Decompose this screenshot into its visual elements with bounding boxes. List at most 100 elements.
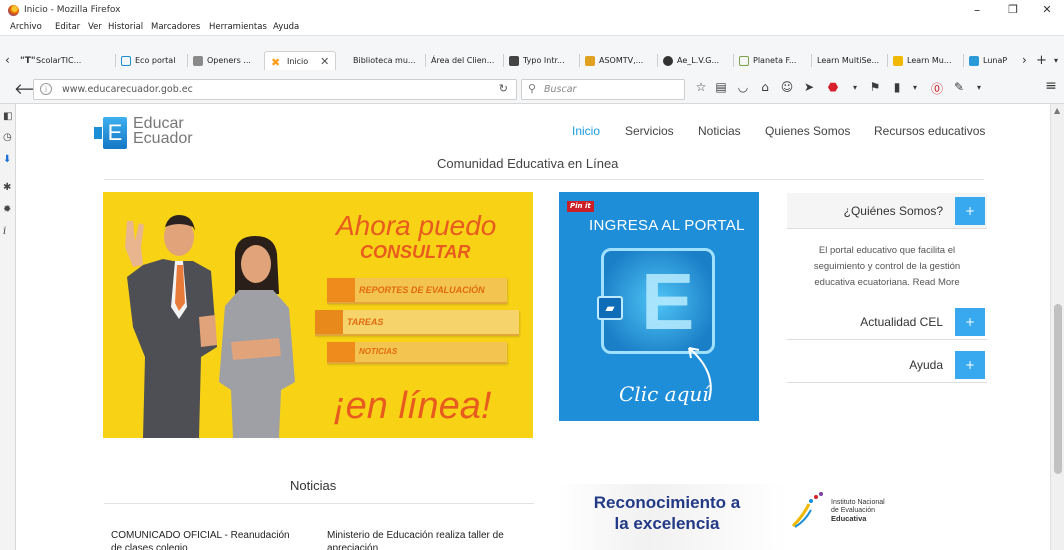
expand-plus-icon[interactable]: + bbox=[955, 308, 985, 336]
close-window-button[interactable]: ✕ bbox=[1032, 3, 1062, 16]
sidebar-panel-icon[interactable]: ◧ bbox=[3, 111, 12, 122]
settings-gear-icon[interactable]: ✹ bbox=[3, 204, 11, 215]
info-italic-icon[interactable]: i bbox=[3, 226, 6, 237]
nav-quienes-somos[interactable]: Quienes Somos bbox=[765, 124, 850, 138]
accordion-about-text: El portal educativo que facilita el segu… bbox=[813, 245, 961, 288]
news-item-comunicado[interactable]: COMUNICADO OFICIAL - Reanudación de clas… bbox=[111, 529, 301, 550]
logo-word-ecuador: Ecuador bbox=[133, 130, 193, 147]
nav-noticias[interactable]: Noticias bbox=[698, 124, 741, 138]
overflow-dropdown-icon[interactable]: ▾ bbox=[970, 83, 988, 92]
adblock-icon[interactable]: ⬣ bbox=[824, 80, 842, 94]
ae-lvg-favicon-icon bbox=[663, 55, 673, 66]
pocket-icon[interactable]: ◡ bbox=[734, 80, 752, 94]
ingresa-portal-banner[interactable]: Pin it INGRESA AL PORTAL E ▰ Clic aquí bbox=[559, 192, 759, 421]
send-icon[interactable]: ➤ bbox=[800, 80, 818, 94]
menu-editar[interactable]: Editar bbox=[55, 22, 80, 32]
tab-label: ASOMTV,... bbox=[599, 56, 644, 65]
tab-lunap[interactable]: LunaP bbox=[969, 51, 1021, 70]
tab-asomtv[interactable]: ASOMTV,... bbox=[585, 51, 643, 70]
tab-label: Learn Mu... bbox=[907, 56, 952, 65]
reconocimiento-banner[interactable]: Reconocimiento a la excelencia Instituto… bbox=[557, 484, 929, 550]
url-text[interactable]: www.educarecuador.gob.ec bbox=[62, 84, 193, 95]
extension-icon[interactable]: ⚑ bbox=[866, 80, 884, 94]
menu-marcadores[interactable]: Marcadores bbox=[151, 22, 200, 32]
sync-icon[interactable]: ☺ bbox=[778, 80, 796, 94]
tab-scolartic[interactable]: "T" ScolarTIC... bbox=[20, 51, 81, 70]
scroll-up-icon[interactable]: ▲ bbox=[1054, 106, 1060, 115]
adblock-dropdown-icon[interactable]: ▾ bbox=[846, 83, 864, 92]
address-bar[interactable]: i www.educarecuador.gob.ec ↻ bbox=[33, 79, 517, 100]
menu-ver[interactable]: Ver bbox=[88, 22, 102, 32]
tab-bar: ‹ "T" ScolarTIC... Eco portal Openers ..… bbox=[0, 35, 1064, 74]
expand-plus-icon[interactable]: + bbox=[955, 351, 985, 379]
home-icon[interactable]: ⌂ bbox=[756, 80, 774, 94]
puzzle-addon-icon[interactable]: ✱ bbox=[3, 182, 11, 193]
learn-mu-favicon-icon bbox=[893, 55, 903, 66]
pin-it-button[interactable]: Pin it bbox=[567, 201, 594, 212]
noticias-card: NOTICIAS bbox=[327, 342, 507, 364]
tab-biblioteca[interactable]: Biblioteca mu... bbox=[353, 51, 416, 70]
bookmarks-list-icon[interactable]: ▤ bbox=[712, 80, 730, 94]
tab-inicio[interactable]: ✖ Inicio ✕ bbox=[264, 51, 337, 70]
tab-area-cliente[interactable]: Área del Clien... bbox=[431, 51, 494, 70]
accordion-actualidad-label: Actualidad CEL bbox=[860, 315, 943, 329]
scrollbar-thumb[interactable] bbox=[1054, 304, 1062, 474]
tab-learn-mu[interactable]: Learn Mu... bbox=[893, 51, 952, 70]
clipboard-icon[interactable]: ▮ bbox=[888, 80, 906, 94]
menu-historial[interactable]: Historial bbox=[108, 22, 143, 32]
menu-archivo[interactable]: Archivo bbox=[10, 22, 42, 32]
accordion-quienes-somos[interactable]: ¿Quiénes Somos? + bbox=[787, 193, 987, 229]
tab-learn-multise[interactable]: Learn MultiSe... bbox=[817, 51, 879, 70]
title-bar: Inicio - Mozilla Firefox – ❐ ✕ bbox=[0, 0, 1064, 21]
planeta-favicon-icon bbox=[739, 55, 749, 66]
tab-label: Planeta F... bbox=[753, 56, 797, 65]
bookmark-star-icon[interactable]: ☆ bbox=[692, 80, 710, 94]
reconocimiento-line2: la excelencia bbox=[614, 514, 720, 533]
consultar-banner[interactable]: Ahora puedo CONSULTAR REPORTES DE EVALUA… bbox=[103, 192, 533, 438]
search-input[interactable]: ⚲ Buscar bbox=[521, 79, 685, 100]
firefox-logo-icon bbox=[8, 5, 19, 16]
new-tab-icon[interactable]: + bbox=[1036, 53, 1047, 68]
minimize-button[interactable]: – bbox=[962, 3, 992, 17]
maximize-button[interactable]: ❐ bbox=[998, 3, 1028, 16]
ineval-logo-icon bbox=[791, 492, 823, 528]
tab-eco-portal[interactable]: Eco portal bbox=[121, 51, 175, 70]
info-icon[interactable]: i bbox=[40, 83, 52, 95]
tab-openers[interactable]: Openers ... bbox=[193, 51, 251, 70]
typo-favicon-icon bbox=[509, 55, 519, 66]
tab-ae-lvg[interactable]: Ae_L.V.G... bbox=[663, 51, 719, 70]
nav-inicio[interactable]: Inicio bbox=[572, 124, 600, 138]
menu-herramientas[interactable]: Herramientas bbox=[209, 22, 267, 32]
noticias-heading: Noticias bbox=[290, 478, 337, 493]
reportes-card: REPORTES DE EVALUACIÓN bbox=[327, 278, 507, 304]
search-placeholder: Buscar bbox=[544, 84, 577, 95]
history-clock-icon[interactable]: ◷ bbox=[3, 132, 12, 143]
addon-icon[interactable]: ✎ bbox=[950, 80, 968, 94]
accordion-ayuda[interactable]: Ayuda + bbox=[787, 347, 987, 383]
site-logo[interactable]: E Educar Ecuador bbox=[94, 115, 194, 151]
menu-ayuda[interactable]: Ayuda bbox=[273, 22, 299, 32]
ineval-text: Instituto Nacional de Evaluación Educati… bbox=[831, 499, 885, 524]
tab-typo[interactable]: Typo Intr... bbox=[509, 51, 565, 70]
news-item-ministerio[interactable]: Ministerio de Educación realiza taller d… bbox=[327, 529, 517, 550]
accordion-actualidad-cel[interactable]: Actualidad CEL + bbox=[787, 304, 987, 340]
close-tab-icon[interactable]: ✕ bbox=[320, 55, 329, 68]
clipboard-dropdown-icon[interactable]: ▾ bbox=[906, 83, 924, 92]
reload-icon[interactable]: ↻ bbox=[499, 82, 508, 95]
scolartic-favicon-icon: "T" bbox=[20, 55, 36, 66]
divider bbox=[104, 503, 534, 504]
nav-recursos-educativos[interactable]: Recursos educativos bbox=[874, 124, 985, 138]
hamburger-menu-icon[interactable]: ≡ bbox=[1042, 78, 1060, 94]
expand-plus-icon[interactable]: + bbox=[955, 197, 985, 225]
tabs-scroll-left-icon[interactable]: ‹ bbox=[5, 53, 10, 67]
list-tabs-icon[interactable]: ▾ bbox=[1054, 56, 1058, 65]
noticias-label: NOTICIAS bbox=[359, 347, 398, 356]
download-arrow-icon[interactable]: ⬇ bbox=[3, 154, 11, 165]
reconocimiento-text: Reconocimiento a la excelencia bbox=[557, 492, 777, 534]
pinterest-icon[interactable]: ⓪ bbox=[928, 80, 946, 97]
tabs-scroll-right-icon[interactable]: › bbox=[1022, 53, 1027, 67]
menu-bar: Archivo Editar Ver Historial Marcadores … bbox=[0, 21, 1064, 35]
nav-servicios[interactable]: Servicios bbox=[625, 124, 674, 138]
tab-planeta[interactable]: Planeta F... bbox=[739, 51, 796, 70]
page-scrollbar[interactable]: ▲ bbox=[1050, 104, 1064, 550]
